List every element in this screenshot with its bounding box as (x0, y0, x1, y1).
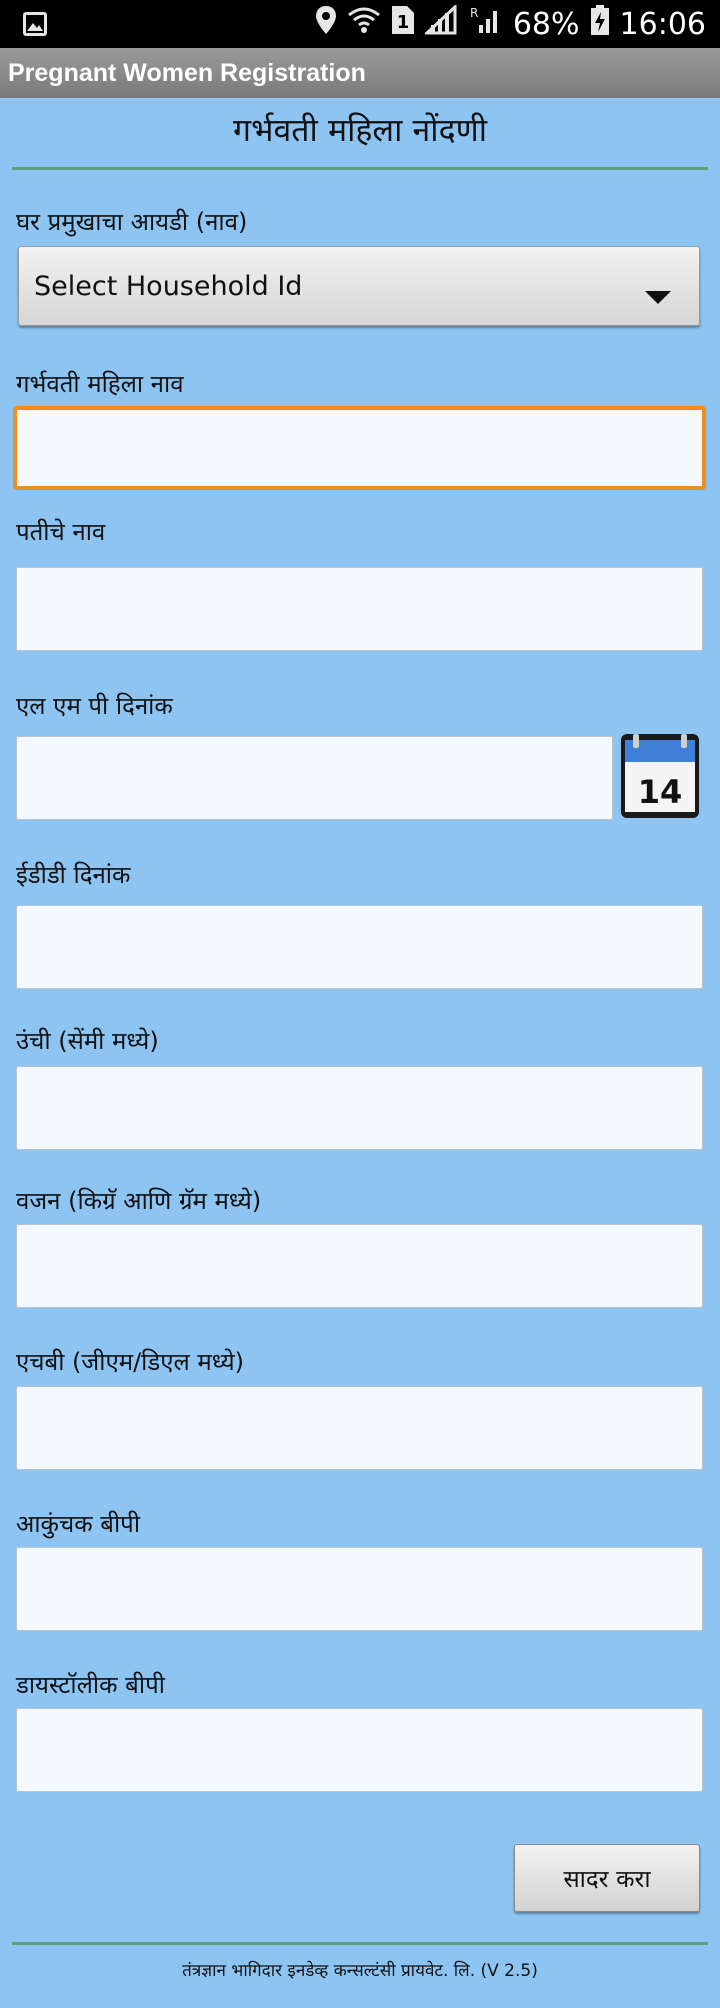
systolic-bp-input[interactable] (16, 1547, 703, 1631)
husband-name-label: पतीचे नाव (16, 518, 106, 546)
submit-button-label: सादर करा (563, 1864, 651, 1893)
dropdown-arrow-icon (645, 281, 671, 312)
signal-roaming-icon: R (469, 5, 503, 43)
app-title: Pregnant Women Registration (8, 59, 366, 87)
sim-slot-number: 1 (397, 12, 410, 33)
household-select-value: Select Household Id (34, 270, 303, 302)
footer-divider (12, 1942, 708, 1945)
heading-divider (12, 167, 708, 170)
woman-name-label: गर्भवती महिला नाव (16, 370, 184, 398)
calendar-day: 14 (638, 773, 683, 811)
husband-name-input[interactable] (16, 567, 703, 651)
battery-charging-icon (590, 4, 610, 44)
hb-label: एचबी (जीएम/डिएल मध्ये) (16, 1348, 245, 1376)
image-icon (22, 11, 48, 41)
systolic-bp-label: आकुंचक बीपी (16, 1510, 141, 1538)
battery-percent: 68% (512, 6, 580, 42)
status-bar: 1 R 68% 16:06 (0, 0, 720, 48)
height-label: उंची (सेंमी मध्ये) (16, 1027, 159, 1055)
woman-name-input[interactable] (13, 406, 706, 490)
calendar-button[interactable]: 14 (619, 732, 701, 820)
page-title: गर्भवती महिला नोंदणी (232, 111, 488, 149)
household-label: घर प्रमुखाचा आयडी (नाव) (16, 208, 248, 236)
footer-credit: तंत्रज्ञान भागिदार इनडेव्ह कन्सल्टंसी प्… (182, 1961, 538, 1981)
edd-date-input[interactable] (16, 905, 703, 989)
wifi-icon (347, 5, 381, 43)
app-title-bar: Pregnant Women Registration (0, 48, 720, 98)
location-icon (315, 5, 337, 43)
calendar-icon: 14 (621, 734, 699, 818)
height-input[interactable] (16, 1066, 703, 1150)
edd-date-label: ईडीडी दिनांक (16, 861, 131, 889)
clock: 16:06 (619, 6, 706, 42)
diastolic-bp-input[interactable] (16, 1708, 703, 1792)
signal-icon (423, 3, 459, 43)
sim-icon: 1 (391, 5, 415, 43)
lmp-date-input[interactable] (16, 736, 613, 820)
svg-text:R: R (470, 6, 478, 20)
diastolic-bp-label: डायस्टॉलीक बीपी (16, 1671, 165, 1699)
weight-input[interactable] (16, 1224, 703, 1308)
weight-label: वजन (किग्रॅ आणि ग्रॅम मध्ये) (16, 1187, 262, 1215)
submit-button[interactable]: सादर करा (514, 1844, 700, 1912)
household-select[interactable]: Select Household Id (18, 246, 700, 326)
lmp-date-label: एल एम पी दिनांक (16, 692, 173, 720)
hb-input[interactable] (16, 1386, 703, 1470)
